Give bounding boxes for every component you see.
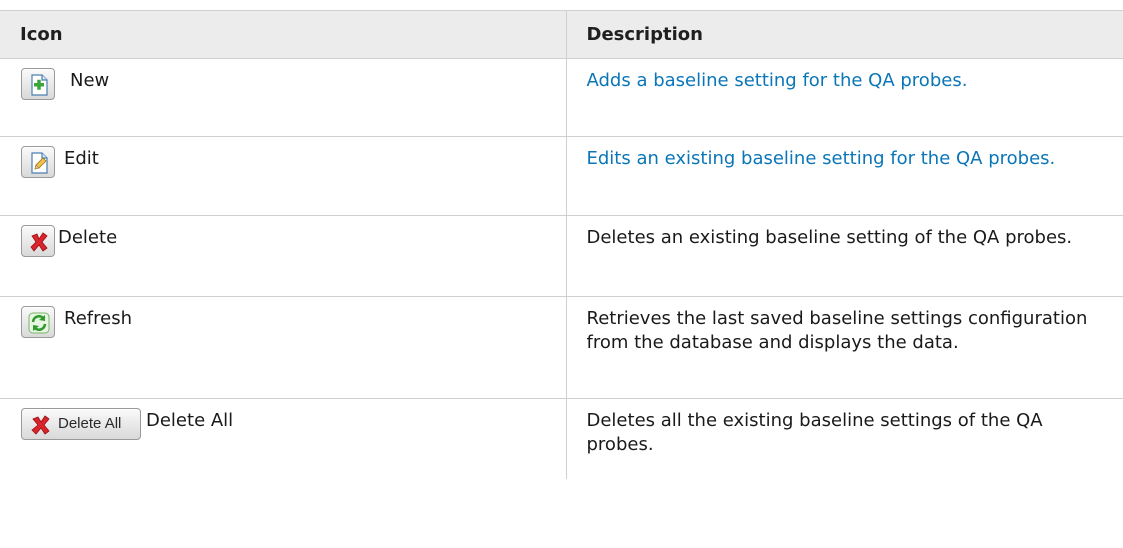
header-description: Description — [565, 10, 1123, 59]
table-row: New Adds a baseline setting for the QA p… — [0, 58, 1123, 137]
description-cell: Retrieves the last saved baseline settin… — [565, 296, 1123, 399]
description-cell: Edits an existing baseline setting for t… — [565, 136, 1123, 216]
icon-cell: Refresh — [0, 296, 566, 399]
description-text[interactable]: Edits an existing baseline setting for t… — [587, 148, 1056, 169]
table-row: Delete Deletes an existing baseline sett… — [0, 215, 1123, 297]
delete-all-button[interactable]: Delete All — [21, 408, 141, 440]
row-label: New — [70, 70, 110, 91]
delete-x-icon — [30, 232, 48, 252]
header-icon: Icon — [0, 10, 566, 59]
description-cell: Deletes all the existing baseline settin… — [565, 398, 1123, 479]
new-button[interactable] — [21, 68, 55, 100]
row-label: Edit — [64, 148, 99, 169]
delete-button[interactable] — [21, 225, 55, 257]
row-label: Delete All — [146, 410, 234, 431]
icon-cell: Delete — [0, 215, 566, 297]
new-document-plus-icon — [31, 74, 48, 96]
icon-description-table: Icon Description New Adds a baseline set… — [0, 10, 1123, 479]
description-text: Deletes an existing baseline setting of … — [586, 227, 1073, 248]
icon-cell: Edit — [0, 136, 566, 216]
description-text: Retrieves the last saved baseline settin… — [586, 308, 1088, 353]
row-label: Delete — [58, 227, 118, 248]
table-row: Edit Edits an existing baseline setting … — [0, 136, 1123, 216]
description-text: Deletes all the existing baseline settin… — [586, 410, 1043, 455]
refresh-button[interactable] — [21, 306, 55, 338]
table-header-row: Icon Description — [0, 10, 1123, 59]
description-cell: Adds a baseline setting for the QA probe… — [565, 58, 1123, 137]
icon-cell: New — [0, 58, 566, 137]
description-text[interactable]: Adds a baseline setting for the QA probe… — [587, 70, 968, 91]
table-row: Refresh Retrieves the last saved baselin… — [0, 296, 1123, 399]
refresh-arrows-icon — [28, 312, 50, 334]
delete-x-icon — [31, 415, 50, 435]
row-label: Refresh — [64, 308, 132, 329]
icon-cell: Delete All Delete All — [0, 399, 566, 480]
edit-button[interactable] — [21, 146, 55, 178]
delete-all-button-label: Delete All — [58, 415, 122, 432]
description-cell: Deletes an existing baseline setting of … — [565, 215, 1123, 297]
edit-pencil-icon — [31, 152, 48, 174]
table-row: Delete All Delete All Deletes all the ex… — [0, 398, 1123, 480]
